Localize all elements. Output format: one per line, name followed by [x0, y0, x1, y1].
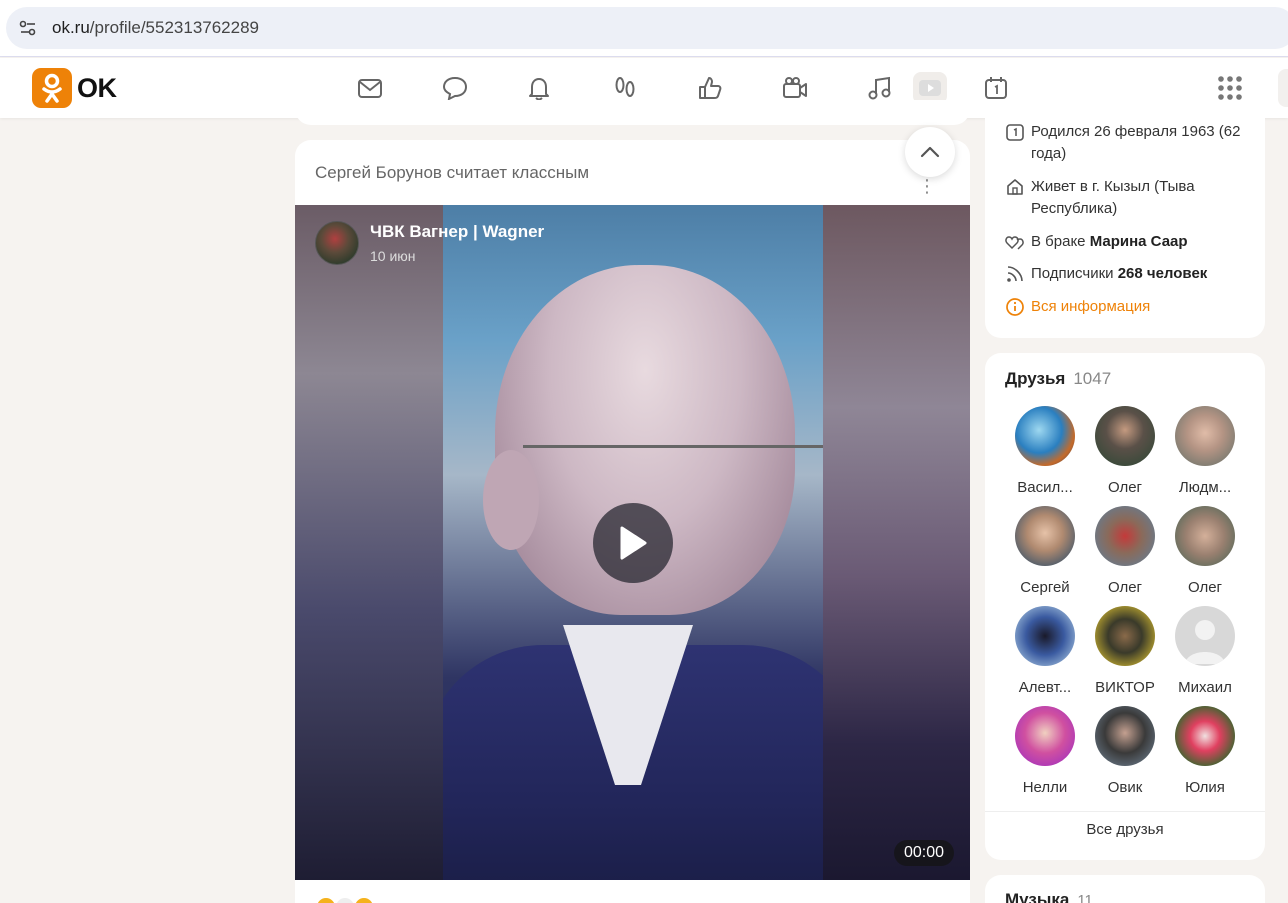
- friend-avatar: [1175, 506, 1235, 566]
- friend-item[interactable]: Олег: [1165, 506, 1245, 596]
- reaction-icon: [334, 896, 356, 903]
- play-icon: [620, 526, 647, 560]
- divider: [985, 811, 1265, 812]
- profile-info-card: Родился 26 февраля 1963 (62 года) Живет …: [985, 100, 1265, 338]
- ok-logo[interactable]: OK: [32, 68, 117, 108]
- friend-avatar: [1015, 606, 1075, 666]
- friend-item[interactable]: Юлия: [1165, 706, 1245, 796]
- subscribers-label: Подписчики: [1031, 265, 1114, 282]
- friend-avatar: [1175, 706, 1235, 766]
- friend-item[interactable]: Васил...: [1005, 406, 1085, 496]
- video-player[interactable]: ЧВК Вагнер | Wagner 10 июн 00:00: [295, 205, 970, 880]
- friend-name: Михаил: [1178, 679, 1232, 696]
- url-path: /profile/552313762289: [89, 18, 259, 37]
- all-info-text: Вся информация: [1031, 298, 1151, 315]
- friend-avatar: [1015, 706, 1075, 766]
- friend-name: Нелли: [1022, 779, 1068, 796]
- friend-avatar: [1095, 506, 1155, 566]
- feed-post: Сергей Борунов считает классным ⋮ ЧВК Ва…: [295, 140, 970, 903]
- chevron-up-icon: [920, 146, 940, 158]
- video-author[interactable]: ЧВК Вагнер | Wagner 10 июн: [315, 221, 544, 265]
- info-icon: [1006, 298, 1024, 316]
- birthday-text: Родился 26 февраля 1963 (62 года): [1031, 123, 1241, 162]
- info-subscribers: Подписчики 268 человек: [1005, 263, 1207, 285]
- friend-avatar: [1175, 606, 1235, 666]
- location-text: Живет в г. Кызыл (Тыва Республика): [1031, 178, 1195, 217]
- friend-item[interactable]: Алевт...: [1005, 606, 1085, 696]
- reaction-icon: [353, 896, 375, 903]
- reaction-icon: [315, 896, 337, 903]
- site-settings-icon[interactable]: [18, 18, 38, 38]
- friends-header[interactable]: Друзья 1047: [1005, 369, 1111, 389]
- music-header[interactable]: Музыка 11: [1005, 890, 1093, 903]
- ok-logo-icon: [32, 68, 72, 108]
- friend-item[interactable]: Михаил: [1165, 606, 1245, 696]
- friend-name: Олег: [1107, 579, 1143, 596]
- friend-name: Овик: [1107, 779, 1143, 796]
- friend-item[interactable]: Сергей: [1005, 506, 1085, 596]
- calendar-icon: [1006, 124, 1024, 141]
- friend-name: Олег: [1107, 479, 1143, 496]
- video-duration: 00:00: [893, 840, 954, 866]
- friend-item[interactable]: Олег: [1085, 506, 1165, 596]
- friend-name: ВИКТОР: [1095, 679, 1155, 696]
- post-header[interactable]: Сергей Борунов считает классным: [295, 140, 970, 205]
- url-text[interactable]: ok.ru/profile/552313762289: [52, 18, 259, 38]
- friend-item[interactable]: Нелли: [1005, 706, 1085, 796]
- friend-item[interactable]: Овик: [1085, 706, 1165, 796]
- spouse-name[interactable]: Марина Саар: [1090, 233, 1188, 250]
- friend-avatar: [1095, 706, 1155, 766]
- friend-name: Людм...: [1178, 479, 1232, 496]
- friend-avatar: [1095, 606, 1155, 666]
- friends-title: Друзья: [1005, 369, 1066, 388]
- scroll-up-button[interactable]: [905, 127, 955, 177]
- friend-name: Юлия: [1185, 779, 1225, 796]
- friend-name: Сергей: [1020, 579, 1070, 596]
- music-count: 11: [1077, 892, 1093, 903]
- rss-icon: [1007, 266, 1023, 282]
- music-title: Музыка: [1005, 890, 1070, 903]
- play-button[interactable]: [593, 503, 673, 583]
- search-field[interactable]: [1278, 69, 1288, 107]
- previous-post-end: [295, 100, 970, 125]
- friend-name: Васил...: [1017, 479, 1073, 496]
- friend-item[interactable]: Людм...: [1165, 406, 1245, 496]
- info-birthday: Родился 26 февраля 1963 (62 года): [1005, 121, 1250, 165]
- friend-avatar: [1095, 406, 1155, 466]
- url-host: ok.ru: [52, 18, 90, 37]
- logo-text: OK: [77, 72, 117, 103]
- friend-name: Олег: [1187, 579, 1223, 596]
- info-location: Живет в г. Кызыл (Тыва Республика): [1005, 176, 1250, 220]
- friend-name: Алевт...: [1018, 679, 1072, 696]
- address-bar[interactable]: ok.ru/profile/552313762289: [6, 7, 1288, 49]
- friend-avatar: [1015, 406, 1075, 466]
- video-subject-glasses: [523, 445, 823, 555]
- hearts-icon: [1005, 236, 1024, 250]
- video-blur-right: [822, 205, 970, 880]
- friend-item[interactable]: Олег: [1085, 406, 1165, 496]
- friends-card: Друзья 1047 Васил... Олег Людм... Сергей …: [985, 353, 1265, 860]
- author-avatar[interactable]: [315, 221, 359, 265]
- friends-count: 1047: [1073, 369, 1112, 388]
- video-blur-left: [295, 205, 445, 880]
- friend-avatar: [1175, 406, 1235, 466]
- all-info-link[interactable]: Вся информация: [1005, 296, 1150, 318]
- marriage-label: В браке: [1031, 233, 1086, 250]
- browser-toolbar: ok.ru/profile/552313762289: [0, 0, 1288, 57]
- post-menu-icon[interactable]: ⋮: [918, 176, 936, 197]
- friend-item[interactable]: ВИКТОР: [1085, 606, 1165, 696]
- all-friends-link[interactable]: Все друзья: [985, 821, 1265, 838]
- subscribers-count[interactable]: 268 человек: [1118, 265, 1208, 282]
- reactions-summary[interactable]: [315, 896, 375, 903]
- info-marriage: В браке Марина Саар: [1005, 231, 1188, 253]
- music-card: Музыка 11: [985, 875, 1265, 903]
- post-date: 10 июн: [370, 248, 416, 264]
- friend-avatar: [1015, 506, 1075, 566]
- author-name[interactable]: ЧВК Вагнер | Wagner: [370, 222, 544, 242]
- home-icon: [1007, 179, 1023, 195]
